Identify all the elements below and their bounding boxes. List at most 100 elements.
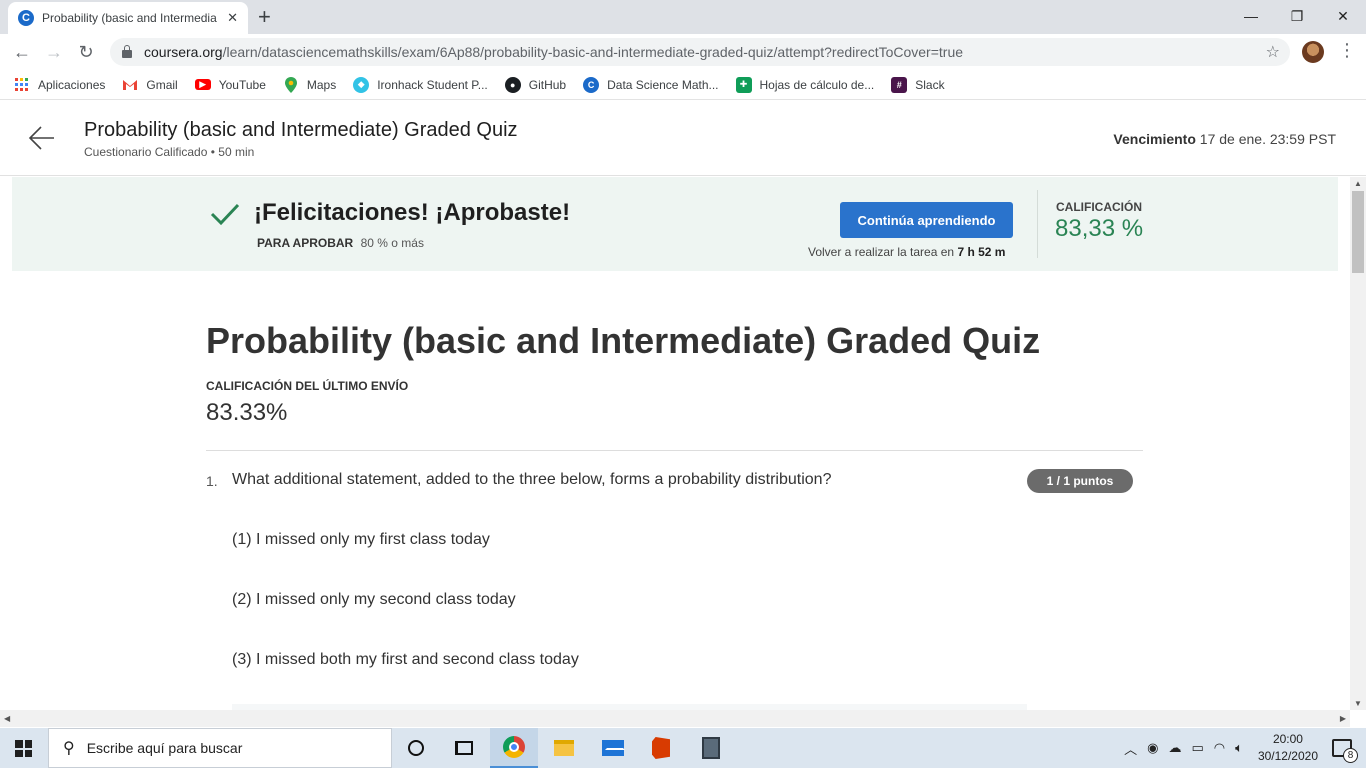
gmail-icon <box>122 77 138 93</box>
restore-button[interactable]: ❐ <box>1274 0 1320 32</box>
profile-avatar[interactable] <box>1302 41 1324 63</box>
taskbar-search-input[interactable]: ⚲ Escribe aquí para buscar <box>48 728 392 768</box>
calculator-icon <box>702 737 720 759</box>
taskbar-file-explorer[interactable] <box>540 728 588 768</box>
scroll-left-icon[interactable]: ◀ <box>4 714 10 723</box>
task-view-icon <box>455 741 473 755</box>
pass-value: 80 % o más <box>360 236 424 250</box>
bookmark-label: Slack <box>915 77 945 92</box>
taskbar-chrome[interactable] <box>490 728 538 768</box>
retake-prefix: Volver a realizar la tarea en <box>808 245 955 259</box>
clock[interactable]: 20:00 30/12/2020 <box>1258 731 1318 765</box>
taskbar: ⚲ Escribe aquí para buscar ︿ ◉ ☁ ▭ ◠ 🔈︎ … <box>0 728 1366 768</box>
url-text: coursera.org/learn/datasciencemathskills… <box>144 44 964 60</box>
due-label: Vencimiento <box>1113 131 1196 147</box>
notification-center-icon[interactable]: 8 <box>1332 739 1358 763</box>
tab-close-icon[interactable]: ✕ <box>227 10 238 26</box>
coursera-favicon-icon: C <box>18 10 34 26</box>
search-placeholder: Escribe aquí para buscar <box>86 740 243 756</box>
vertical-scrollbar[interactable]: ▲ ▼ <box>1350 177 1366 710</box>
header-subtitle: Cuestionario Calificado • 50 min <box>84 145 255 159</box>
volume-icon[interactable]: 🔈︎ <box>1235 740 1243 756</box>
slack-icon: # <box>891 76 908 93</box>
meet-now-icon[interactable]: ◉ <box>1147 740 1158 756</box>
coursera-icon: C <box>583 76 600 93</box>
pass-label: PARA APROBAR <box>257 236 354 250</box>
divider <box>206 450 1143 451</box>
bookmark-label: GitHub <box>528 77 567 92</box>
grade-value: 83,33 % <box>1055 215 1144 242</box>
bookmark-label: Maps <box>306 77 337 92</box>
onedrive-cloud-icon[interactable]: ☁ <box>1168 740 1181 756</box>
continue-learning-button[interactable]: Continúa aprendiendo <box>840 202 1013 238</box>
taskbar-office[interactable] <box>637 728 685 768</box>
taskbar-calculator[interactable] <box>687 728 735 768</box>
forward-button[interactable]: → <box>38 42 70 63</box>
bookmark-maps[interactable]: Maps <box>283 76 337 93</box>
search-icon: ⚲ <box>63 740 75 757</box>
github-icon: ● <box>504 76 521 93</box>
address-bar[interactable]: coursera.org/learn/datasciencemathskills… <box>110 38 1290 66</box>
bookmark-slack[interactable]: # Slack <box>891 76 945 93</box>
task-view-button[interactable] <box>440 728 488 768</box>
bookmark-gmail[interactable]: Gmail <box>122 77 178 93</box>
horizontal-scrollbar[interactable]: ◀ ▶ <box>0 710 1350 727</box>
points-badge: 1 / 1 puntos <box>1027 469 1133 493</box>
bookmark-apps[interactable]: Aplicaciones <box>14 77 105 93</box>
new-tab-button[interactable]: + <box>258 4 271 30</box>
lock-icon <box>122 45 132 58</box>
wifi-icon[interactable]: ◠ <box>1214 740 1225 756</box>
tab-title: Probability (basic and Intermedia <box>42 11 217 25</box>
chevron-up-icon[interactable]: ︿ <box>1124 739 1137 758</box>
youtube-icon: ▶ <box>194 79 211 90</box>
taskbar-mail[interactable] <box>589 728 637 768</box>
bookmark-label: Hojas de cálculo de... <box>759 77 875 92</box>
clock-date: 30/12/2020 <box>1257 749 1318 763</box>
question-number: 1. <box>206 473 218 489</box>
battery-icon[interactable]: ▭ <box>1191 740 1203 756</box>
quiz-header: Probability (basic and Intermediate) Gra… <box>0 102 1366 176</box>
question-text: What additional statement, added to the … <box>232 471 832 488</box>
bookmark-sheets[interactable]: ✚ Hojas de cálculo de... <box>735 76 875 93</box>
maps-pin-icon <box>283 76 299 93</box>
bookmark-data-science-math[interactable]: C Data Science Math... <box>583 76 719 93</box>
browser-tab[interactable]: C Probability (basic and Intermedia ✕ <box>8 2 248 34</box>
scroll-up-icon[interactable]: ▲ <box>1354 179 1362 188</box>
tab-strip: C Probability (basic and Intermedia ✕ + … <box>0 0 1366 34</box>
back-button[interactable]: ← <box>6 42 38 63</box>
bookmark-ironhack[interactable]: ◆ Ironhack Student P... <box>353 76 488 93</box>
header-title: Probability (basic and Intermediate) Gra… <box>84 119 518 141</box>
bookmark-github[interactable]: ● GitHub <box>504 76 567 93</box>
scroll-down-icon[interactable]: ▼ <box>1354 699 1362 708</box>
folder-icon <box>554 740 574 756</box>
reload-button[interactable]: ↻ <box>70 42 102 63</box>
bookmark-label: Data Science Math... <box>607 77 719 92</box>
bookmark-label: Gmail <box>146 77 178 92</box>
minimize-button[interactable]: — <box>1228 0 1274 32</box>
notification-count: 8 <box>1343 748 1358 763</box>
mail-icon <box>602 740 625 756</box>
sheets-icon: ✚ <box>735 76 752 93</box>
scroll-right-icon[interactable]: ▶ <box>1340 714 1346 723</box>
divider <box>1037 190 1038 258</box>
last-submission-grade: 83.33% <box>206 399 288 426</box>
bookmark-youtube[interactable]: ▶ YouTube <box>194 77 266 92</box>
pass-requirement: PARA APROBAR 80 % o más <box>257 236 424 250</box>
bookmark-label: Aplicaciones <box>38 77 106 92</box>
cortana-icon <box>408 740 424 756</box>
statement-item: (1) I missed only my first class today <box>232 531 490 548</box>
congrats-headline: ¡Felicitaciones! ¡Aprobaste! <box>254 199 571 226</box>
statement-item: (3) I missed both my first and second cl… <box>232 651 579 668</box>
windows-start-icon[interactable] <box>15 740 32 757</box>
scrollbar-thumb[interactable] <box>1352 191 1364 273</box>
bookmarks-bar: Aplicaciones Gmail ▶ YouTube Maps ◆ Iron… <box>0 70 1366 100</box>
window-controls: — ❐ ✕ <box>1228 0 1366 32</box>
bookmark-label: YouTube <box>218 77 266 92</box>
close-window-button[interactable]: ✕ <box>1320 0 1366 32</box>
back-arrow-icon[interactable] <box>28 124 56 152</box>
browser-menu-icon[interactable]: ⋮ <box>1338 40 1356 61</box>
checkmark-icon <box>210 203 240 226</box>
bookmark-star-icon[interactable]: ☆ <box>1266 42 1280 62</box>
cortana-button[interactable] <box>392 728 440 768</box>
system-tray: ︿ ◉ ☁ ▭ ◠ 🔈︎ 20:00 30/12/2020 8 <box>1119 728 1366 768</box>
